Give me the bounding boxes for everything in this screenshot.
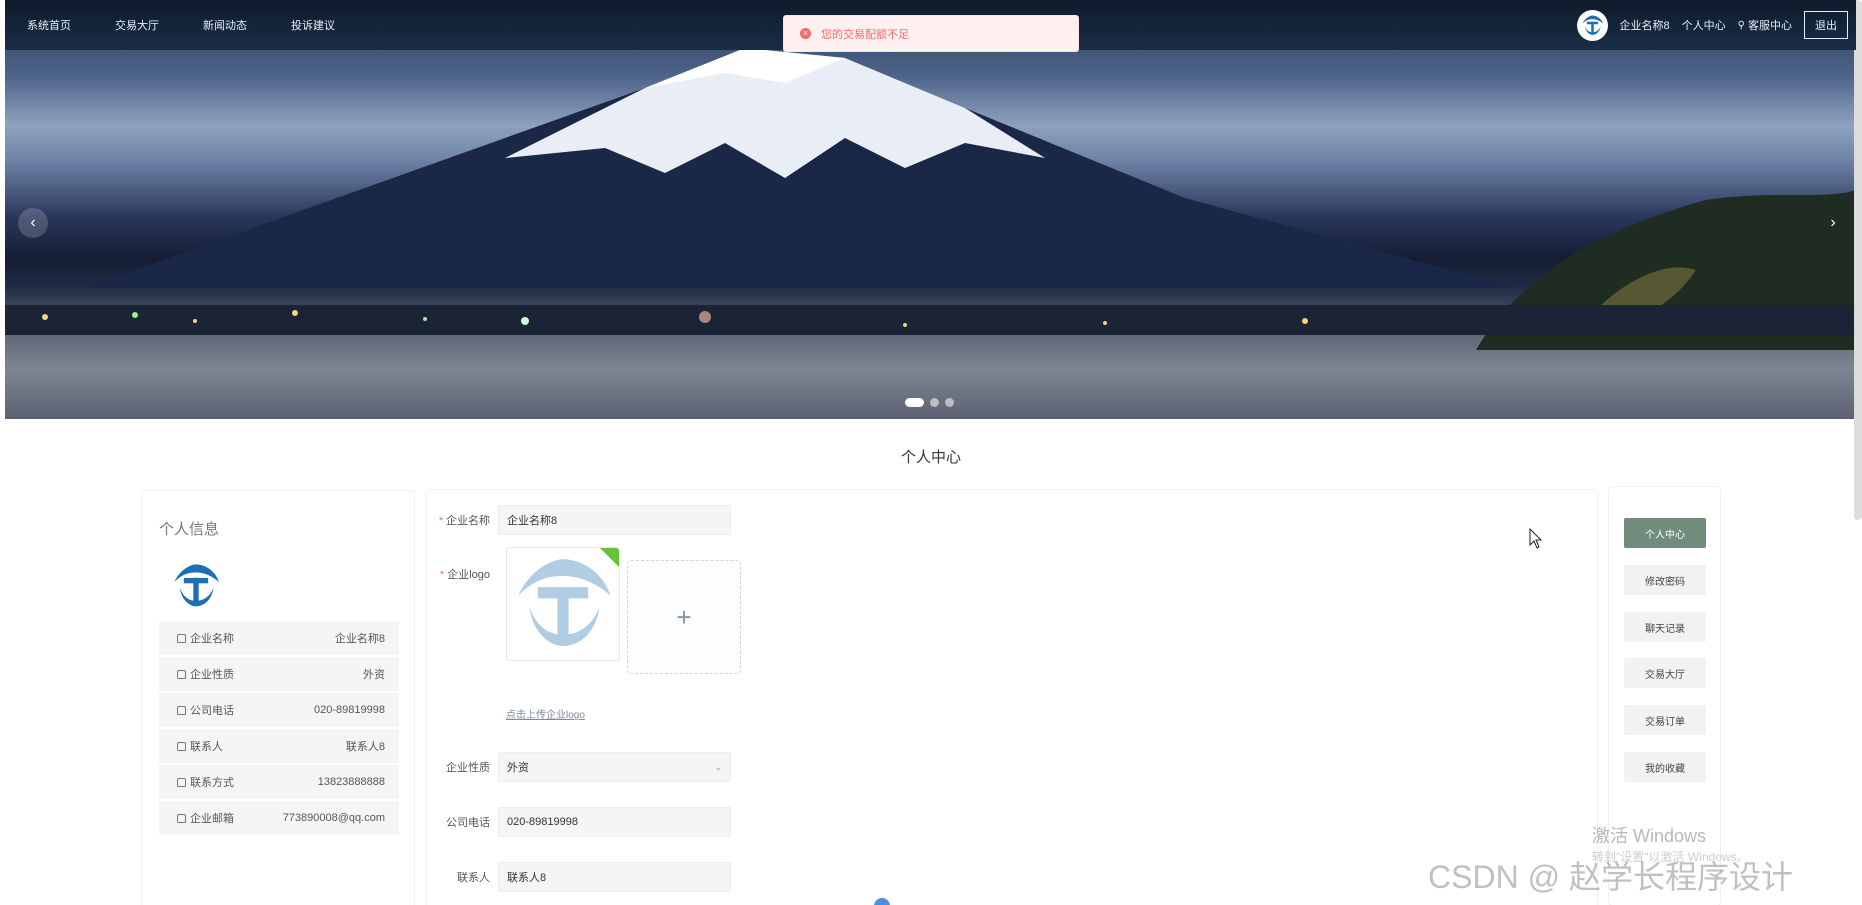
home-icon [177,741,186,751]
profile-label-text: 企业名称 [190,633,234,645]
home-icon [177,633,186,643]
nav-links: 系统首页 交易大厅 新闻动态 投诉建议 [27,17,379,33]
nav-user-area: 企业名称8 个人中心 ⚲ 客服中心 退出 [1576,0,1848,50]
menu-chat-history[interactable]: 聊天记录 [1624,612,1706,642]
logo-label-text: 企业logo [447,569,490,581]
profile-row-label: 联系方式 [177,774,234,790]
contact-input[interactable] [498,862,731,892]
profile-card: 个人信息 企业名称 企业名称8 企业性质 外资 公司电话 020-8981999… [141,490,415,905]
required-mark: * [438,515,443,527]
company-logo-icon [1582,15,1603,35]
home-icon [177,669,186,679]
profile-row: 企业名称 企业名称8 [159,621,399,656]
menu-favorites[interactable]: 我的收藏 [1624,752,1706,782]
nav-link-news[interactable]: 新闻动态 [203,17,269,33]
carousel-next-button[interactable]: › [1818,208,1848,238]
page-scrollbar[interactable] [1854,0,1862,520]
profile-label-text: 联系人 [190,741,223,753]
profile-row: 公司电话 020-89819998 [159,693,399,728]
windows-activation-watermark: 激活 Windows [1592,826,1707,846]
mountain-image [85,48,1515,288]
carousel-prev-button[interactable]: ‹ [18,208,48,238]
profile-row: 企业邮箱 773890008@qq.com [159,801,399,836]
profile-card-title: 个人信息 [159,521,220,538]
carousel-dot[interactable] [930,398,939,407]
profile-row-label: 企业邮箱 [177,810,234,826]
profile-label-text: 企业性质 [190,669,234,681]
nav-service-center-label: 客服中心 [1748,20,1792,32]
nature-select[interactable]: ⌄ [498,752,731,782]
company-name-label: * 企业名称 [428,512,498,528]
nav-personal-center[interactable]: 个人中心 [1682,17,1726,33]
carousel-indicators [905,398,954,407]
profile-logo [166,556,226,616]
user-icon: ⚲ [1737,19,1745,31]
profile-row-label: 企业名称 [177,630,234,646]
nav-link-home[interactable]: 系统首页 [27,17,93,33]
company-logo-icon [518,559,611,646]
upload-add-button[interactable]: + [627,560,741,674]
form-row-company-name: * 企业名称 [428,505,731,535]
home-icon [177,705,186,715]
error-circle-icon: × [800,28,811,39]
nature-select-input[interactable] [498,752,731,782]
csdn-watermark: CSDN @ 赵学长程序设计 [1428,859,1793,895]
nav-link-trading-hall[interactable]: 交易大厅 [115,17,181,33]
company-name-label-text: 企业名称 [446,515,490,527]
nature-label: 企业性质 [446,762,490,774]
profile-row-value: 13823888888 [317,776,385,788]
nav-service-center[interactable]: ⚲ 客服中心 [1738,17,1792,33]
profile-row-value: 联系人8 [345,741,385,753]
nav-link-complaints[interactable]: 投诉建议 [291,17,357,33]
toast-message: 您的交易配额不足 [821,28,909,41]
logo-label: * 企业logo [428,566,498,582]
home-icon [177,813,186,823]
carousel-dot[interactable] [945,398,954,407]
company-avatar[interactable] [1576,9,1608,41]
phone-label: 公司电话 [446,817,490,829]
mouse-cursor-icon [1529,528,1543,549]
profile-row: 联系方式 13823888888 [159,765,399,800]
form-row-phone: 公司电话 [428,807,731,837]
page: ‹ › 系统首页 交易大厅 新闻动态 投诉建议 企业名称8 个人中心 ⚲ 客服中… [0,0,1862,905]
menu-trading-hall[interactable]: 交易大厅 [1624,658,1706,688]
city-lights-image [5,305,1856,335]
company-logo-icon [174,564,219,607]
chevron-down-icon: ⌄ [714,762,722,772]
upload-tip-link[interactable]: 点击上传企业logo [506,706,585,721]
hero-carousel[interactable]: ‹ › [5,0,1856,419]
error-toast: × 您的交易配额不足 [783,15,1079,52]
profile-label-text: 企业邮箱 [190,813,234,825]
menu-trade-orders[interactable]: 交易订单 [1624,705,1706,735]
plus-icon: + [676,601,692,632]
profile-row: 联系人 联系人8 [159,729,399,764]
profile-row-label: 公司电话 [177,702,234,718]
profile-row-label: 联系人 [177,738,223,754]
profile-row-label: 企业性质 [177,666,234,682]
form-row-nature: 企业性质 ⌄ [428,752,731,782]
menu-personal-center[interactable]: 个人中心 [1624,518,1706,548]
company-name-input[interactable] [498,505,731,535]
uploaded-logo-thumbnail[interactable] [506,547,620,661]
nav-company-name[interactable]: 企业名称8 [1620,17,1670,33]
logout-button[interactable]: 退出 [1804,11,1848,39]
contact-label: 联系人 [457,872,490,884]
profile-info-list: 企业名称 企业名称8 企业性质 外资 公司电话 020-89819998 联系人… [159,621,399,837]
profile-row-value: 020-89819998 [314,704,385,716]
profile-label-text: 联系方式 [190,777,234,789]
form-row-contact: 联系人 [428,862,731,892]
section-title: 个人中心 [900,449,961,466]
home-icon [177,777,186,787]
profile-row-value: 外资 [363,669,385,681]
carousel-dot[interactable] [905,398,924,407]
required-mark: * [439,569,445,581]
menu-change-password[interactable]: 修改密码 [1624,565,1706,595]
profile-label-text: 公司电话 [190,705,234,717]
form-row-logo: * 企业logo [428,566,498,582]
profile-row-value: 企业名称8 [334,633,385,645]
profile-row: 企业性质 外资 [159,657,399,692]
phone-input[interactable] [498,807,731,837]
profile-row-value: 773890008@qq.com [282,812,385,824]
